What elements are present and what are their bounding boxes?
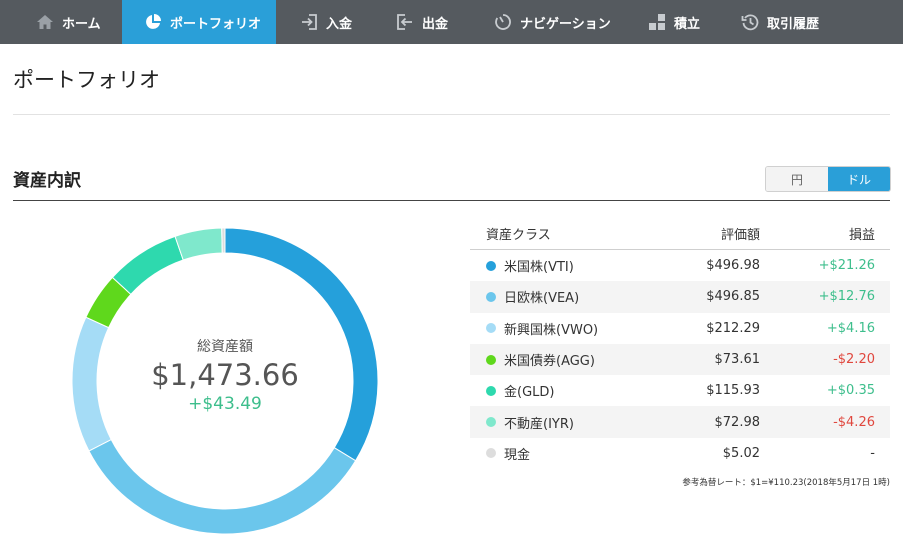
legend-dot xyxy=(486,448,496,459)
donut-center: 総資産額 $1,473.66 +$43.49 xyxy=(70,336,380,414)
donut-slice xyxy=(174,227,223,261)
asset-class-cell: 現金 xyxy=(470,444,680,463)
asset-value: $115.93 xyxy=(706,383,760,399)
total-assets-value: $1,473.66 xyxy=(151,358,299,392)
header-pnl: 損益 xyxy=(848,228,875,243)
page-title: ポートフォリオ xyxy=(13,68,160,92)
exchange-rate-note: 参考為替レート：$1=¥110.23(2018年5月17日 1時) xyxy=(682,478,890,488)
legend-dot xyxy=(486,417,496,428)
history-icon xyxy=(741,14,759,31)
table-row: 金(GLD) $115.93 +$0.35 xyxy=(470,375,890,406)
donut-slice xyxy=(221,227,226,254)
nav-label-deposit: 入金 xyxy=(326,16,353,32)
nav-item-accumulate[interactable]: 積立 xyxy=(622,0,717,44)
home-icon xyxy=(37,15,53,29)
section-title: 資産内訳 xyxy=(13,171,81,191)
nav-item-navigation[interactable]: ナビゲーション xyxy=(468,0,622,44)
asset-value: $212.29 xyxy=(706,320,760,336)
donut-slice xyxy=(111,235,184,296)
table-row: 不動産(IYR) $72.98 -$4.26 xyxy=(470,406,890,438)
asset-value: $73.61 xyxy=(714,352,761,368)
asset-class-cell: 米国株(VTI) xyxy=(470,256,680,275)
asset-pnl: -$4.26 xyxy=(833,414,875,430)
asset-name: 不動産(IYR) xyxy=(504,416,574,432)
asset-pnl: +$4.16 xyxy=(826,320,875,336)
nav-item-portfolio[interactable]: ポートフォリオ xyxy=(122,0,276,44)
asset-table: 資産クラス 評価額 損益 米国株(VTI) $496.98 +$21.26 日欧株(V… xyxy=(470,218,890,469)
asset-pnl: - xyxy=(870,445,875,461)
asset-value: $5.02 xyxy=(722,445,760,461)
asset-pnl: -$2.20 xyxy=(833,352,875,368)
table-row: 米国債券(AGG) $73.61 -$2.20 xyxy=(470,343,890,376)
asset-name: 新興国株(VWO) xyxy=(504,322,599,338)
nav-item-home[interactable]: ホーム xyxy=(0,0,122,44)
nav-label-home: ホーム xyxy=(62,16,101,32)
nav-label-accumulate: 積立 xyxy=(674,16,701,32)
legend-dot xyxy=(486,260,496,271)
nav-item-deposit[interactable]: 入金 xyxy=(276,0,372,44)
header-value: 評価額 xyxy=(720,228,760,243)
asset-pnl: +$0.35 xyxy=(826,383,875,399)
nav-label-portfolio: ポートフォリオ xyxy=(170,16,262,32)
blocks-icon xyxy=(649,14,665,30)
asset-class-cell: 新興国株(VWO) xyxy=(470,319,680,338)
asset-class-cell: 米国債券(AGG) xyxy=(470,350,680,369)
asset-value: $72.98 xyxy=(714,414,761,430)
asset-class-cell: 不動産(IYR) xyxy=(470,413,680,432)
currency-toggle: 円 ドル xyxy=(765,166,891,192)
asset-name: 米国株(VTI) xyxy=(504,260,574,276)
asset-name: 金(GLD) xyxy=(504,385,555,401)
total-assets-label: 総資産額 xyxy=(197,339,253,355)
asset-name: 米国債券(AGG) xyxy=(504,354,595,370)
asset-pnl: +$12.76 xyxy=(818,289,875,305)
table-header: 資産クラス 評価額 損益 xyxy=(470,218,890,250)
nav-label-navigation: ナビゲーション xyxy=(520,16,611,32)
asset-pnl: +$21.26 xyxy=(818,258,875,274)
legend-dot xyxy=(486,291,496,302)
legend-dot xyxy=(486,385,496,396)
table-row: 米国株(VTI) $496.98 +$21.26 xyxy=(470,250,890,281)
nav-label-history: 取引履歴 xyxy=(767,16,820,32)
asset-class-cell: 日欧株(VEA) xyxy=(470,287,680,306)
total-change-value: +$43.49 xyxy=(188,394,262,414)
table-row: 新興国株(VWO) $212.29 +$4.16 xyxy=(470,313,890,344)
navigation-icon xyxy=(495,14,511,30)
top-nav: ホーム ポートフォリオ 入金 出金 ナビゲーション 積立 取引履歴 xyxy=(0,0,903,44)
divider xyxy=(13,114,890,115)
nav-label-withdraw: 出金 xyxy=(422,16,449,32)
header-asset-class: 資産クラス xyxy=(486,228,551,243)
nav-item-history[interactable]: 取引履歴 xyxy=(717,0,903,44)
legend-dot xyxy=(486,354,496,365)
pie-chart-icon xyxy=(146,14,161,29)
asset-value: $496.98 xyxy=(706,258,760,274)
asset-name: 現金 xyxy=(504,447,531,463)
legend-dot xyxy=(486,323,496,334)
asset-name: 日欧株(VEA) xyxy=(504,291,580,307)
table-body: 米国株(VTI) $496.98 +$21.26 日欧株(VEA) $496.85 +$1… xyxy=(470,250,890,469)
nav-item-withdraw[interactable]: 出金 xyxy=(372,0,468,44)
deposit-icon xyxy=(302,14,317,30)
asset-class-cell: 金(GLD) xyxy=(470,381,680,400)
donut-slice xyxy=(88,438,357,535)
table-row: 日欧株(VEA) $496.85 +$12.76 xyxy=(470,281,890,313)
withdraw-icon xyxy=(397,14,412,30)
table-row: 現金 $5.02 - xyxy=(470,438,890,469)
yen-toggle-button[interactable]: 円 xyxy=(766,167,828,191)
section-divider xyxy=(13,200,890,201)
asset-value: $496.85 xyxy=(706,289,760,305)
dollar-toggle-button[interactable]: ドル xyxy=(828,167,890,191)
